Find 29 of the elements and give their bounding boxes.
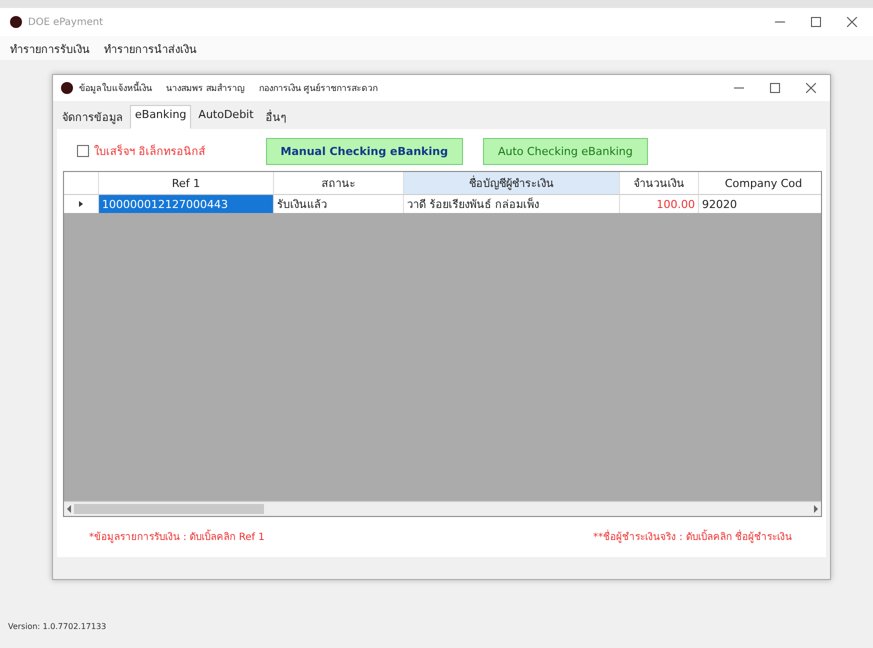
table-cell: 100000012127000443: [99, 195, 274, 213]
table-cell: 100.00: [620, 195, 699, 213]
maximize-icon[interactable]: [811, 17, 821, 27]
dialog-title: นางสมพร สมสำราญ: [166, 82, 245, 95]
dialog-title: ข้อมูลใบแจ้งหนี้เงิน: [79, 81, 152, 95]
maximize-icon[interactable]: [770, 83, 780, 93]
dialog-title: กองการเงิน ศูนย์ราชการสะดวก: [258, 82, 378, 95]
tab[interactable]: eBanking: [130, 105, 192, 129]
scroll-left-icon[interactable]: [66, 505, 72, 513]
scroll-right-icon[interactable]: [813, 505, 819, 513]
close-icon[interactable]: [806, 83, 816, 93]
checkbox-label: ใบเสร็จฯ อิเล็กทรอนิกส์: [94, 143, 206, 160]
window-title: DOE ePayment: [28, 16, 104, 28]
menu-item[interactable]: ทำรายการนำส่งเงิน: [104, 40, 197, 56]
checkbox[interactable]: [77, 145, 89, 157]
close-icon[interactable]: [847, 17, 857, 27]
hint-text: **ชื่อผู้ชำระเงินจริง : ดับเบิ้ลคลิก ชื่อผู้ชำระเงิน: [593, 529, 792, 544]
app-logo-icon: [10, 16, 22, 28]
table-cell: รับเงินแล้ว: [274, 195, 404, 213]
menu-item[interactable]: ทำรายการรับเงิน: [10, 40, 90, 56]
table-cell: 92020: [699, 195, 821, 213]
table-cell: วาดี ร้อยเรียงพันธ์ กล่อมเพ็ง: [404, 195, 620, 213]
hint-text: *ข้อมูลรายการรับเงิน : ดับเบิ้ลคลิก Ref 1: [89, 529, 265, 544]
check-button[interactable]: Auto Checking eBanking: [482, 138, 648, 164]
horizontal-scrollbar[interactable]: [64, 501, 821, 516]
version-label: Version: 1.0.7702.17133: [8, 622, 106, 631]
check-button[interactable]: Manual Checking eBanking: [266, 138, 463, 164]
app-logo-icon: [61, 82, 73, 94]
column-header[interactable]: ชื่อบัญชีผู้ชำระเงิน: [404, 172, 620, 195]
